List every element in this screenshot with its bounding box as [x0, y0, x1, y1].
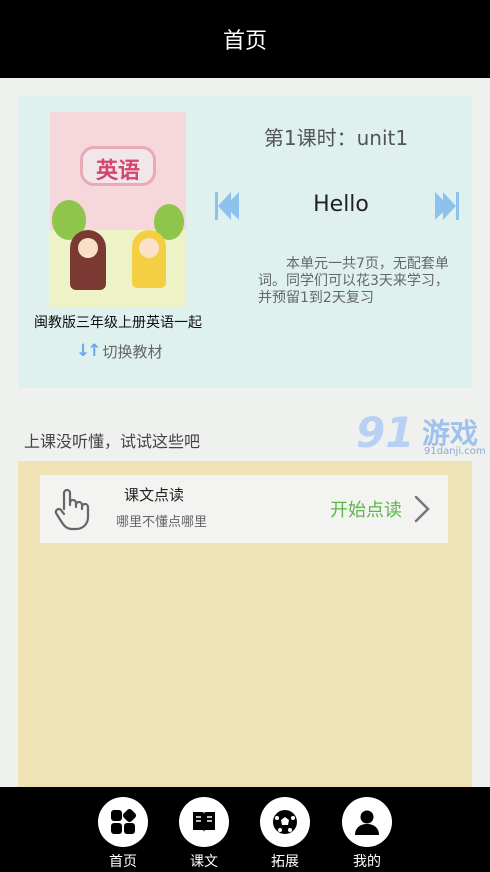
nav-lessons[interactable]: 课文: [174, 797, 234, 871]
read-item-subtitle: 哪里不懂点哪里: [116, 515, 208, 530]
page-title: 首页: [222, 29, 267, 54]
switch-textbook-button[interactable]: ↓↑ 切换教材: [76, 340, 163, 362]
nav-extend-circle: [260, 797, 310, 847]
tip-text: 上课没听懂，试试这些吧: [24, 432, 201, 451]
hand-pointer-icon: [54, 488, 90, 531]
unit-description: 本单元一共7页，无配套单词。同学们可以花3天来学习，并预留1到2天复习: [258, 256, 449, 306]
skip-forward-icon: [435, 192, 459, 220]
nav-home-label: 首页: [109, 854, 137, 870]
read-item-title: 课文点读: [124, 486, 185, 504]
nav-home[interactable]: 首页: [93, 797, 153, 871]
unit-name: Hello: [313, 192, 369, 217]
nav-extend[interactable]: 拓展: [255, 797, 315, 871]
text-reading-item[interactable]: 课文点读 哪里不懂点哪里 开始点读: [40, 475, 448, 543]
ball-icon: [273, 810, 297, 834]
swap-arrows-icon: ↓↑: [76, 341, 101, 361]
grid-icon: [111, 808, 137, 834]
watermark-logo: 91 游戏 91danji.com: [356, 408, 490, 460]
lesson-title: 第1课时：unit1: [263, 126, 409, 150]
book-cover-image[interactable]: 英语: [50, 112, 186, 307]
top-bar: 首页: [0, 0, 490, 78]
nav-lessons-label: 课文: [190, 854, 218, 870]
resources-panel: 课文点读 哪里不懂点哪里 开始点读: [18, 461, 472, 787]
start-reading-link[interactable]: 开始点读: [330, 496, 402, 522]
skip-back-icon: [215, 192, 239, 220]
book-card: 英语 闽教版三年级上册英语一起 ↓↑ 切换教材 第1课时：unit1 Hello…: [18, 96, 472, 388]
bottom-nav: 首页 课文 拓展 我的: [0, 787, 490, 872]
nav-home-circle: [98, 797, 148, 847]
next-unit-button[interactable]: [434, 190, 460, 222]
book-name: 闽教版三年级上册英语一起: [34, 315, 202, 331]
chevron-right-icon[interactable]: [412, 491, 432, 527]
nav-lessons-circle: [179, 797, 229, 847]
nav-mine-circle: [342, 797, 392, 847]
nav-mine[interactable]: 我的: [337, 797, 397, 871]
cover-face-left: [78, 238, 98, 258]
watermark-url: 91danji.com: [424, 446, 486, 457]
previous-unit-button[interactable]: [214, 190, 240, 222]
cover-title: 英语: [95, 159, 140, 184]
switch-textbook-label: 切换教材: [102, 342, 163, 361]
watermark-91: 91: [356, 408, 415, 457]
nav-mine-label: 我的: [353, 854, 381, 870]
cover-title-box: 英语: [80, 146, 156, 186]
cover-face-right: [139, 238, 159, 258]
nav-extend-label: 拓展: [271, 854, 299, 870]
book-icon: [193, 812, 215, 832]
user-icon: [355, 810, 379, 835]
